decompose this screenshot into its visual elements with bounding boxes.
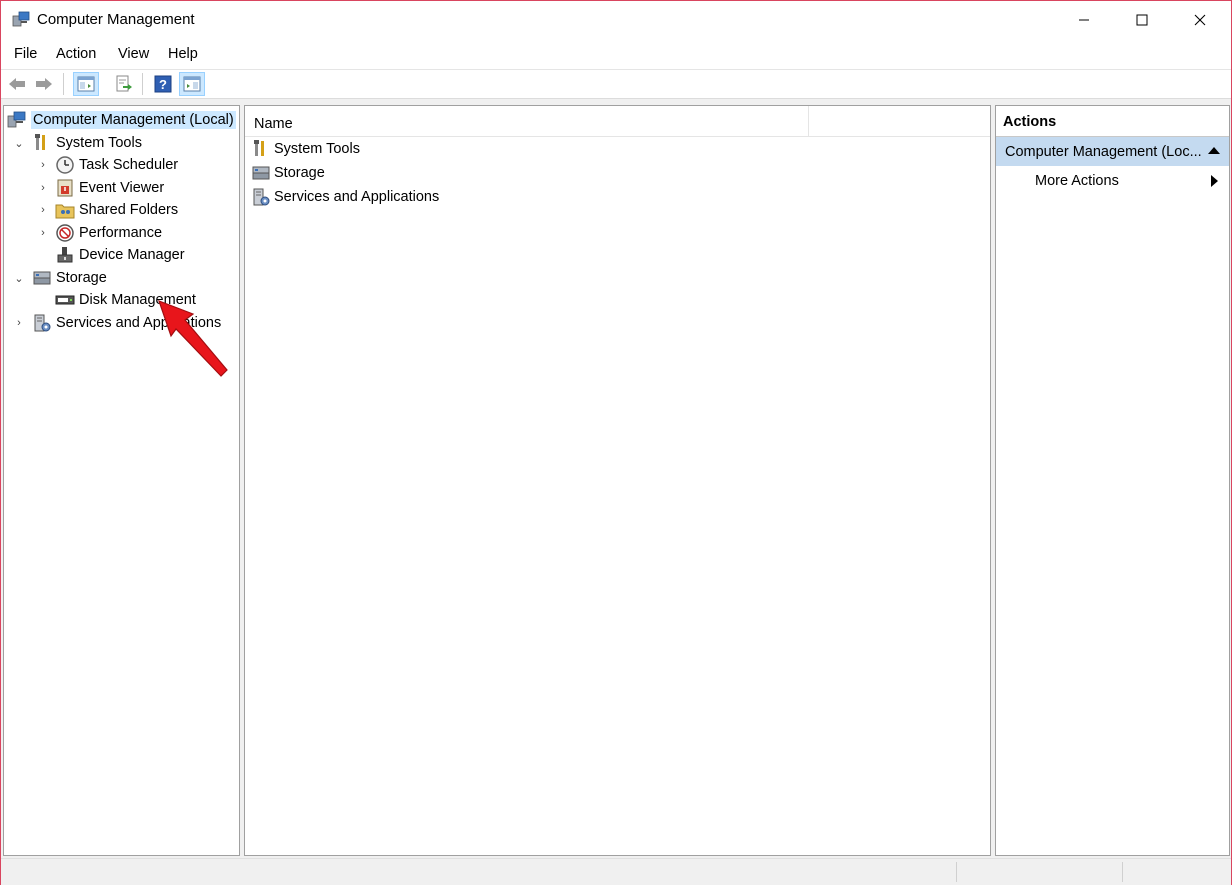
tree-item-label: Performance bbox=[79, 225, 163, 241]
close-icon bbox=[1194, 14, 1206, 26]
toolbar-separator bbox=[63, 73, 64, 95]
close-button[interactable] bbox=[1171, 1, 1229, 39]
clock-icon bbox=[56, 156, 74, 174]
list-item-storage[interactable]: Storage bbox=[251, 162, 325, 184]
tree-item-label: Event Viewer bbox=[79, 180, 165, 196]
status-bar-divider bbox=[1122, 862, 1123, 882]
minimize-icon bbox=[1079, 19, 1089, 21]
tree-item-performance[interactable]: Performance bbox=[55, 222, 162, 244]
status-bar-divider bbox=[956, 862, 957, 882]
forward-arrow-icon bbox=[36, 78, 52, 90]
system-tools-icon bbox=[254, 140, 264, 156]
maximize-button[interactable] bbox=[1113, 1, 1171, 39]
show-hide-tree-icon bbox=[77, 76, 95, 92]
list-item-services-and-applications[interactable]: Services and Applications bbox=[251, 186, 439, 208]
event-viewer-icon bbox=[57, 179, 73, 197]
more-actions-item[interactable]: More Actions bbox=[1035, 173, 1119, 189]
column-header-row: Name bbox=[245, 106, 990, 137]
disk-management-icon bbox=[55, 295, 75, 305]
actions-header: Actions bbox=[996, 106, 1229, 137]
chevron-down-icon[interactable]: ⌄ bbox=[13, 137, 25, 150]
help-button[interactable]: ? bbox=[152, 73, 174, 95]
forward-button[interactable] bbox=[33, 73, 55, 95]
chevron-right-icon[interactable]: › bbox=[37, 182, 49, 194]
back-button[interactable] bbox=[6, 73, 28, 95]
services-icon bbox=[253, 188, 270, 206]
status-bar bbox=[1, 858, 1231, 885]
export-list-icon bbox=[116, 75, 132, 92]
menu-bar: File Action View Help bbox=[1, 39, 1231, 70]
collapse-up-icon[interactable] bbox=[1208, 147, 1220, 154]
tree-item-shared-folders[interactable]: Shared Folders bbox=[55, 199, 178, 221]
tree-item-label: Computer Management (Local) bbox=[31, 111, 236, 129]
list-item-label: Storage bbox=[274, 165, 325, 181]
maximize-icon bbox=[1136, 14, 1148, 26]
menu-file[interactable]: File bbox=[14, 46, 37, 62]
computer-management-icon bbox=[12, 11, 30, 27]
tree-item-label: Storage bbox=[56, 270, 107, 286]
column-divider[interactable] bbox=[808, 106, 809, 136]
storage-icon bbox=[252, 166, 270, 180]
computer-management-window: Computer Management File Action View Hel… bbox=[0, 0, 1232, 885]
actions-pane: Actions Computer Management (Loc... More… bbox=[995, 105, 1230, 856]
svg-text:?: ? bbox=[159, 77, 167, 92]
show-hide-action-pane-icon bbox=[183, 76, 201, 92]
tree-item-label: Device Manager bbox=[79, 247, 185, 263]
shared-folder-icon bbox=[55, 204, 75, 219]
tree-item-label: Services and Applications bbox=[56, 315, 222, 331]
menu-help[interactable]: Help bbox=[168, 46, 198, 62]
export-list-button[interactable] bbox=[113, 73, 135, 95]
toolbar: ? bbox=[1, 70, 1231, 99]
tree-item-system-tools[interactable]: System Tools bbox=[32, 132, 142, 154]
list-item-system-tools[interactable]: System Tools bbox=[251, 138, 360, 160]
chevron-right-icon[interactable]: › bbox=[37, 159, 49, 171]
device-manager-icon bbox=[57, 247, 73, 263]
list-item-label: System Tools bbox=[274, 141, 360, 157]
performance-icon bbox=[56, 224, 74, 242]
tree-item-disk-management[interactable]: Disk Management bbox=[55, 289, 196, 311]
tree-item-label: Shared Folders bbox=[79, 202, 179, 218]
tree-item-storage[interactable]: Storage bbox=[32, 267, 107, 289]
show-hide-action-pane-button[interactable] bbox=[179, 72, 205, 96]
tree-item-computer-management[interactable]: Computer Management (Local) bbox=[7, 109, 236, 131]
actions-section-header[interactable]: Computer Management (Loc... bbox=[996, 137, 1229, 166]
toolbar-separator bbox=[142, 73, 143, 95]
tree-item-device-manager[interactable]: Device Manager bbox=[55, 244, 185, 266]
tree-item-label: Task Scheduler bbox=[79, 157, 179, 173]
console-tree-pane: Computer Management (Local) ⌄ System Too… bbox=[3, 105, 240, 856]
tree-item-task-scheduler[interactable]: Task Scheduler bbox=[55, 154, 178, 176]
chevron-right-icon[interactable]: › bbox=[37, 227, 49, 239]
minimize-button[interactable] bbox=[1055, 1, 1113, 39]
computer-management-icon bbox=[7, 111, 26, 128]
results-list-pane: Name System Tools Storage Services and A… bbox=[244, 105, 991, 856]
show-hide-tree-button[interactable] bbox=[73, 72, 99, 96]
back-arrow-icon bbox=[9, 78, 25, 90]
tree-item-label: System Tools bbox=[56, 135, 142, 151]
window-title: Computer Management bbox=[37, 11, 195, 28]
menu-view[interactable]: View bbox=[118, 46, 149, 62]
services-icon bbox=[34, 314, 51, 332]
menu-action[interactable]: Action bbox=[56, 46, 96, 62]
storage-icon bbox=[33, 271, 51, 285]
chevron-right-icon[interactable]: › bbox=[13, 317, 25, 329]
column-header-name[interactable]: Name bbox=[254, 116, 293, 132]
submenu-arrow-icon[interactable] bbox=[1211, 175, 1218, 187]
tree-item-event-viewer[interactable]: Event Viewer bbox=[55, 177, 164, 199]
actions-title: Actions bbox=[1003, 114, 1057, 130]
help-icon: ? bbox=[154, 75, 172, 93]
list-item-label: Services and Applications bbox=[274, 189, 440, 205]
system-tools-icon bbox=[35, 134, 45, 150]
title-bar: Computer Management bbox=[1, 1, 1231, 39]
tree-item-label: Disk Management bbox=[79, 292, 196, 308]
actions-section-label: Computer Management (Loc... bbox=[1005, 144, 1202, 160]
chevron-right-icon[interactable]: › bbox=[37, 204, 49, 216]
tree-item-services-and-applications[interactable]: Services and Applications bbox=[32, 312, 221, 334]
chevron-down-icon[interactable]: ⌄ bbox=[13, 272, 25, 285]
